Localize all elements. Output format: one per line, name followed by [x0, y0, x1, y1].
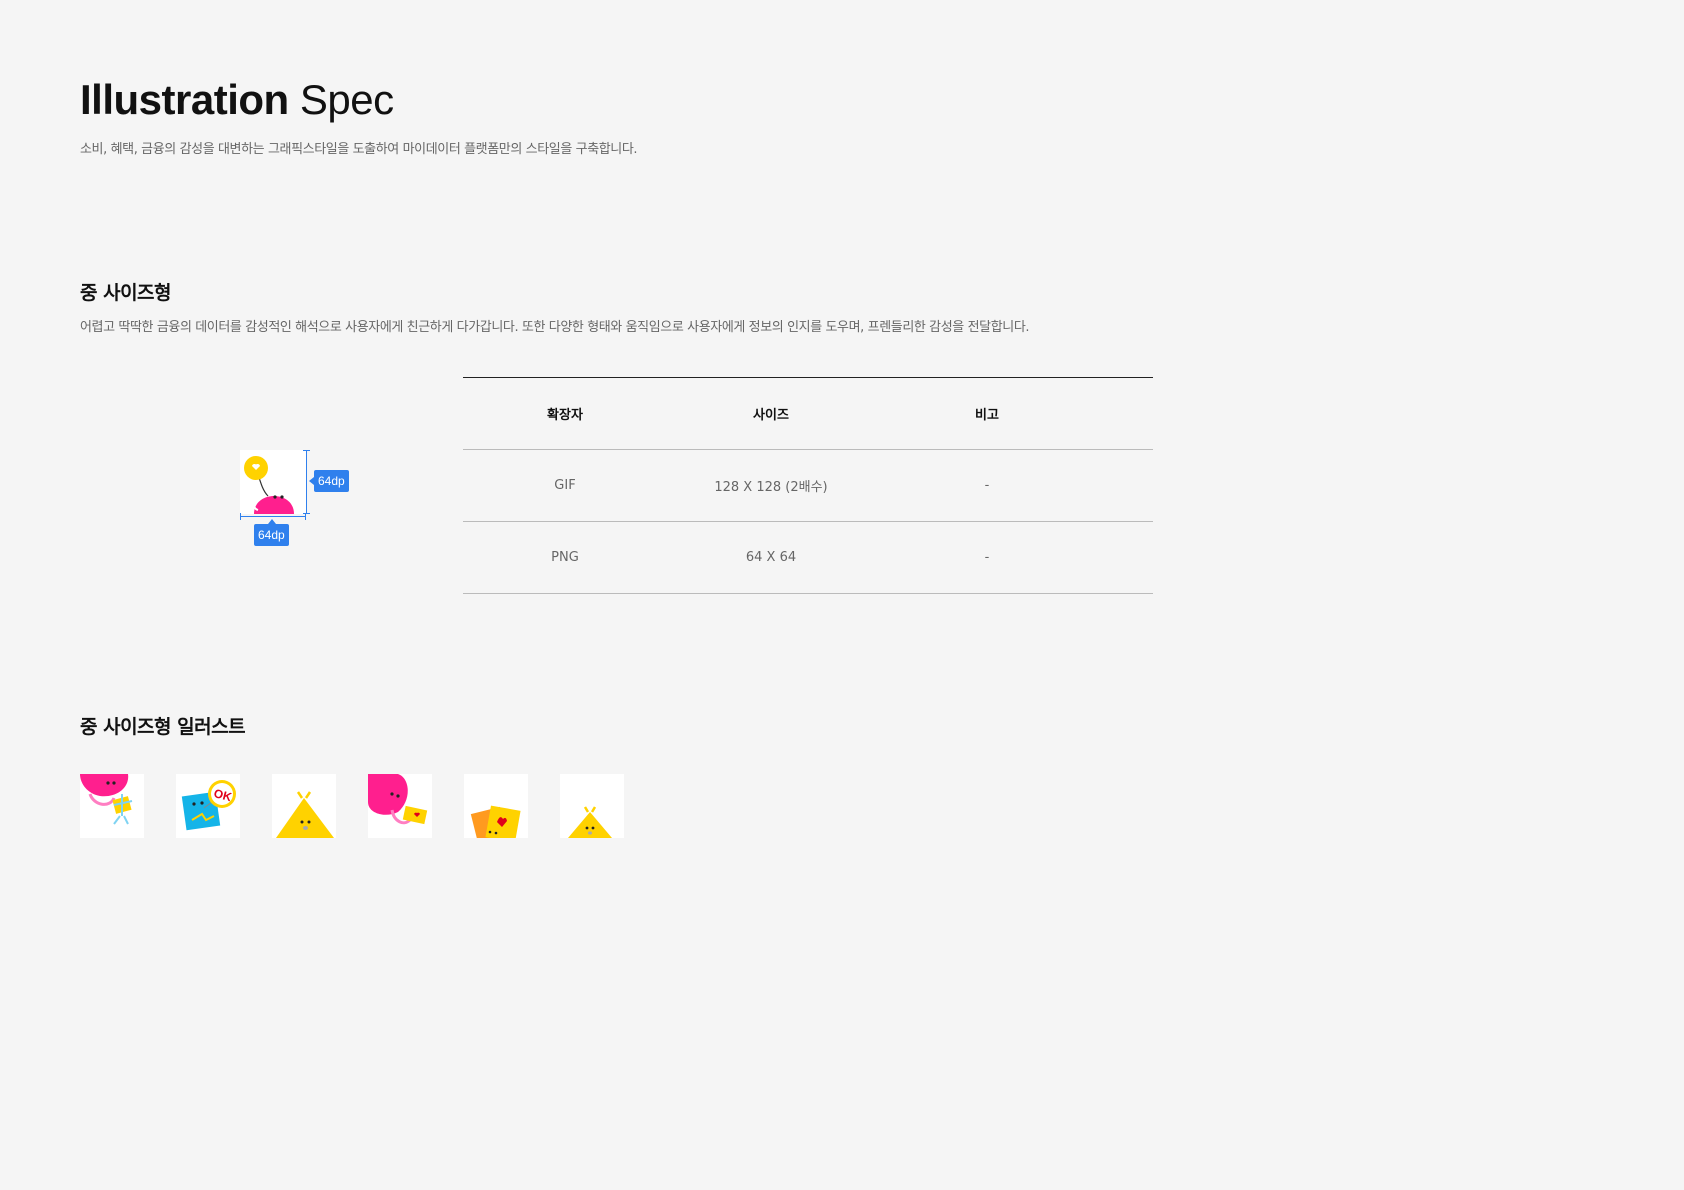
- table-cell: -: [875, 521, 1099, 594]
- table-header: 비고: [875, 377, 1099, 450]
- pink-blob-balloon-illustration: [240, 450, 306, 514]
- table-header-empty: [1099, 377, 1153, 450]
- table-cell-empty: [1099, 449, 1153, 522]
- page-title: Illustration Spec: [80, 76, 394, 124]
- section-title-list: 중 사이즈형 일러스트: [80, 716, 246, 738]
- table-cell: 64 X 64: [667, 521, 875, 594]
- table-row: GIF 128 X 128 (2배수) -: [463, 449, 1153, 522]
- table-cell: 128 X 128 (2배수): [667, 449, 875, 522]
- pink-blob-gift-illustration: [80, 774, 144, 838]
- width-label: 64dp: [254, 519, 289, 546]
- table-cell-empty: [1099, 521, 1153, 594]
- table-row: PNG 64 X 64 -: [463, 521, 1153, 594]
- page-title-bold: Illustration: [80, 76, 289, 123]
- spec-table: 확장자 사이즈 비고 GIF 128 X 128 (2배수) - PNG 64 …: [463, 377, 1153, 594]
- table-cell: -: [875, 449, 1099, 522]
- table-header: 확장자: [463, 377, 667, 450]
- table-cell: GIF: [463, 449, 667, 522]
- section-title-medium: 중 사이즈형: [80, 282, 172, 304]
- orange-cards-heart-illustration: [464, 774, 528, 838]
- spec-figure: 64dp 64dp: [234, 446, 364, 550]
- table-header: 사이즈: [667, 377, 875, 450]
- pink-blob-ticket-illustration: [368, 774, 432, 838]
- table-cell: PNG: [463, 521, 667, 594]
- illustration-list: OK: [80, 774, 680, 840]
- blue-card-ok-badge-illustration: OK: [176, 774, 240, 838]
- yellow-triangle-character-illustration: [272, 774, 336, 838]
- page-title-light: Spec: [299, 76, 394, 123]
- section-description: 어렵고 딱딱한 금융의 데이터를 감성적인 해석으로 사용자에게 친근하게 다가…: [80, 320, 1030, 335]
- yellow-triangle-small-illustration: [560, 774, 624, 838]
- height-label: 64dp: [309, 470, 349, 492]
- table-header-row: 확장자 사이즈 비고: [463, 377, 1153, 450]
- page-subtitle: 소비, 혜택, 금융의 감성을 대변하는 그래픽스타일을 도출하여 마이데이터 …: [80, 142, 638, 157]
